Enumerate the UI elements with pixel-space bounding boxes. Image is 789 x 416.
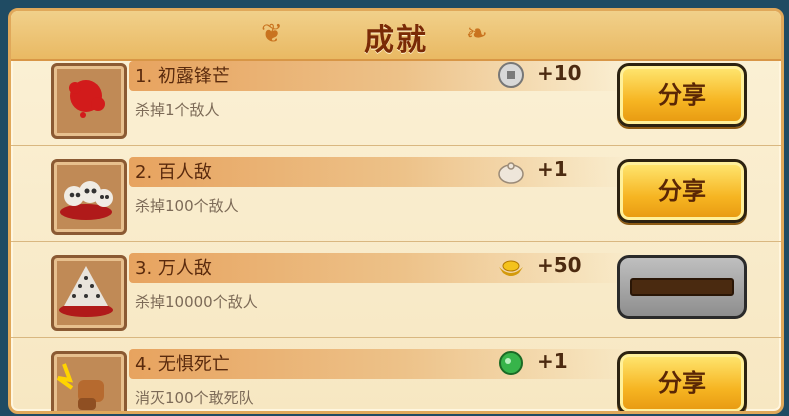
achievement-name: 3. 万人敌 xyxy=(135,258,212,279)
achievement-row: 1. 初露锋芒 杀掉1个敌人 +10 分享 xyxy=(11,49,781,146)
share-button[interactable]: 分享 xyxy=(617,63,747,127)
progress-bar xyxy=(617,255,747,319)
coin-icon xyxy=(497,61,525,89)
achievement-name: 1. 初露锋芒 xyxy=(135,66,230,87)
blood-splat-icon xyxy=(51,63,127,139)
skull-mountain-icon xyxy=(51,255,127,331)
share-button[interactable]: 分享 xyxy=(617,159,747,223)
decor-swirl-right-icon: ❧ xyxy=(466,19,488,49)
reward-amount: +1 xyxy=(537,349,568,373)
achievement-name: 4. 无惧死亡 xyxy=(135,354,230,375)
share-button[interactable]: 分享 xyxy=(617,351,747,411)
reward-amount: +10 xyxy=(537,61,582,85)
reward-amount: +1 xyxy=(537,157,568,181)
achievement-row: 2. 百人敌 杀掉100个敌人 +1 分享 xyxy=(11,145,781,242)
achievements-panel: ❦ 成就 ❧ 1. 初露锋芒 杀掉1个敌人 +10 分享 2. 百人敌 杀掉10… xyxy=(8,8,784,414)
progress-track xyxy=(630,278,734,296)
reward-amount: +50 xyxy=(537,253,582,277)
fist-icon xyxy=(51,351,127,411)
achievement-desc: 杀掉10000个敌人 xyxy=(135,293,258,311)
bun-icon xyxy=(497,157,525,185)
achievement-row: 3. 万人敌 杀掉10000个敌人 +50 xyxy=(11,241,781,338)
achievement-row: 4. 无惧死亡 消灭100个敢死队 +1 分享 xyxy=(11,337,781,411)
achievement-desc: 消灭100个敢死队 xyxy=(135,389,254,407)
achievement-desc: 杀掉100个敌人 xyxy=(135,197,239,215)
achievement-name: 2. 百人敌 xyxy=(135,162,212,183)
gold-ingot-icon xyxy=(497,253,525,281)
achievement-desc: 杀掉1个敌人 xyxy=(135,101,220,119)
jade-icon xyxy=(497,349,525,377)
skull-pile-icon xyxy=(51,159,127,235)
